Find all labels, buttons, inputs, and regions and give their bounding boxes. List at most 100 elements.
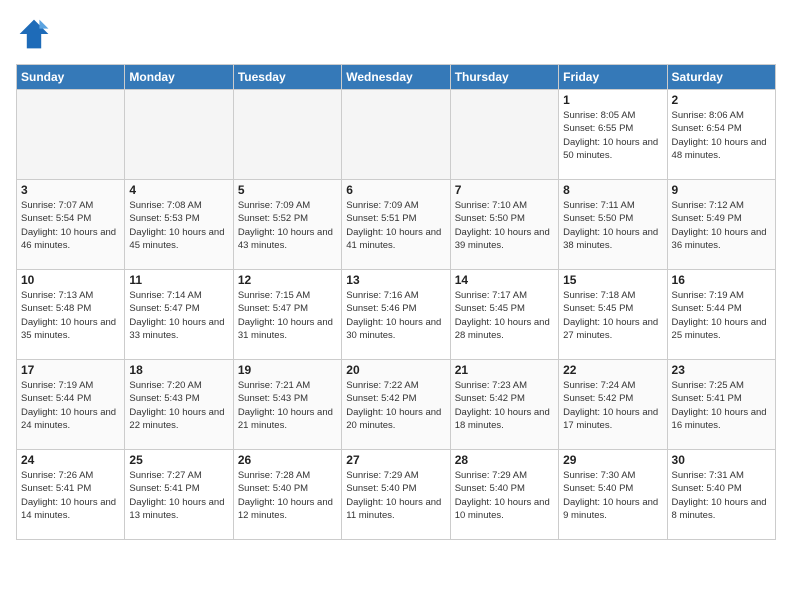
weekday-header: Wednesday (342, 65, 450, 90)
day-info: Sunrise: 7:16 AMSunset: 5:46 PMDaylight:… (346, 289, 445, 342)
calendar-cell: 3 Sunrise: 7:07 AMSunset: 5:54 PMDaylight… (17, 180, 125, 270)
calendar-cell: 8Sunrise: 7:11 AMSunset: 5:50 PMDaylight… (559, 180, 667, 270)
day-number: 13 (346, 273, 445, 287)
calendar-cell: 28 Sunrise: 7:29 AMSunset: 5:40 PMDayligh… (450, 450, 558, 540)
day-number: 29 (563, 453, 662, 467)
weekday-header: Monday (125, 65, 233, 90)
day-number: 7 (455, 183, 554, 197)
calendar-cell: 19Sunrise: 7:21 AMSunset: 5:43 PMDayligh… (233, 360, 341, 450)
day-number: 5 (238, 183, 337, 197)
calendar-cell: 11 Sunrise: 7:14 AMSunset: 5:47 PMDayligh… (125, 270, 233, 360)
day-number: 11 (129, 273, 228, 287)
calendar-week-row: 17 Sunrise: 7:19 AMSunset: 5:44 PMDayligh… (17, 360, 776, 450)
calendar-cell: 25 Sunrise: 7:27 AMSunset: 5:41 PMDayligh… (125, 450, 233, 540)
logo-icon (16, 16, 52, 52)
day-number: 3 (21, 183, 120, 197)
day-info: Sunrise: 7:25 AMSunset: 5:41 PMDaylight:… (672, 379, 771, 432)
day-number: 26 (238, 453, 337, 467)
calendar-cell: 21 Sunrise: 7:23 AMSunset: 5:42 PMDayligh… (450, 360, 558, 450)
calendar-cell: 26 Sunrise: 7:28 AMSunset: 5:40 PMDayligh… (233, 450, 341, 540)
day-info: Sunrise: 7:26 AMSunset: 5:41 PMDaylight:… (21, 469, 120, 522)
day-info: Sunrise: 7:12 AMSunset: 5:49 PMDaylight:… (672, 199, 771, 252)
day-info: Sunrise: 7:29 AMSunset: 5:40 PMDaylight:… (346, 469, 445, 522)
day-number: 17 (21, 363, 120, 377)
day-info: Sunrise: 7:24 AMSunset: 5:42 PMDaylight:… (563, 379, 662, 432)
calendar-cell (342, 90, 450, 180)
weekday-header: Saturday (667, 65, 775, 90)
page-header (16, 16, 776, 52)
calendar-cell: 1 Sunrise: 8:05 AMSunset: 6:55 PMDaylight… (559, 90, 667, 180)
day-info: Sunrise: 7:13 AMSunset: 5:48 PMDaylight:… (21, 289, 120, 342)
day-number: 23 (672, 363, 771, 377)
day-number: 1 (563, 93, 662, 107)
day-info: Sunrise: 7:30 AMSunset: 5:40 PMDaylight:… (563, 469, 662, 522)
calendar-week-row: 3 Sunrise: 7:07 AMSunset: 5:54 PMDaylight… (17, 180, 776, 270)
day-info: Sunrise: 7:29 AMSunset: 5:40 PMDaylight:… (455, 469, 554, 522)
weekday-header: Tuesday (233, 65, 341, 90)
calendar-cell: 15Sunrise: 7:18 AMSunset: 5:45 PMDayligh… (559, 270, 667, 360)
day-info: Sunrise: 7:08 AMSunset: 5:53 PMDaylight:… (129, 199, 228, 252)
day-info: Sunrise: 7:23 AMSunset: 5:42 PMDaylight:… (455, 379, 554, 432)
calendar-cell (450, 90, 558, 180)
day-info: Sunrise: 7:17 AMSunset: 5:45 PMDaylight:… (455, 289, 554, 342)
calendar-cell (125, 90, 233, 180)
day-info: Sunrise: 7:28 AMSunset: 5:40 PMDaylight:… (238, 469, 337, 522)
weekday-header: Thursday (450, 65, 558, 90)
calendar-week-row: 1 Sunrise: 8:05 AMSunset: 6:55 PMDaylight… (17, 90, 776, 180)
calendar-cell: 4 Sunrise: 7:08 AMSunset: 5:53 PMDaylight… (125, 180, 233, 270)
weekday-header: Sunday (17, 65, 125, 90)
day-number: 4 (129, 183, 228, 197)
day-info: Sunrise: 7:10 AMSunset: 5:50 PMDaylight:… (455, 199, 554, 252)
day-info: Sunrise: 8:05 AMSunset: 6:55 PMDaylight:… (563, 109, 662, 162)
day-number: 12 (238, 273, 337, 287)
calendar-cell: 5 Sunrise: 7:09 AMSunset: 5:52 PMDaylight… (233, 180, 341, 270)
day-number: 27 (346, 453, 445, 467)
day-number: 28 (455, 453, 554, 467)
calendar-cell (233, 90, 341, 180)
day-info: Sunrise: 7:09 AMSunset: 5:51 PMDaylight:… (346, 199, 445, 252)
day-info: Sunrise: 7:11 AMSunset: 5:50 PMDaylight:… (563, 199, 662, 252)
day-info: Sunrise: 7:07 AMSunset: 5:54 PMDaylight:… (21, 199, 120, 252)
day-number: 9 (672, 183, 771, 197)
calendar-week-row: 10 Sunrise: 7:13 AMSunset: 5:48 PMDayligh… (17, 270, 776, 360)
calendar-table: SundayMondayTuesdayWednesdayThursdayFrid… (16, 64, 776, 540)
day-info: Sunrise: 7:15 AMSunset: 5:47 PMDaylight:… (238, 289, 337, 342)
day-info: Sunrise: 7:14 AMSunset: 5:47 PMDaylight:… (129, 289, 228, 342)
day-number: 21 (455, 363, 554, 377)
calendar-cell: 2 Sunrise: 8:06 AMSunset: 6:54 PMDaylight… (667, 90, 775, 180)
day-number: 20 (346, 363, 445, 377)
calendar-cell: 22 Sunrise: 7:24 AMSunset: 5:42 PMDayligh… (559, 360, 667, 450)
calendar-cell: 10 Sunrise: 7:13 AMSunset: 5:48 PMDayligh… (17, 270, 125, 360)
day-number: 22 (563, 363, 662, 377)
day-info: Sunrise: 7:21 AMSunset: 5:43 PMDaylight:… (238, 379, 337, 432)
day-info: Sunrise: 7:09 AMSunset: 5:52 PMDaylight:… (238, 199, 337, 252)
day-info: Sunrise: 7:22 AMSunset: 5:42 PMDaylight:… (346, 379, 445, 432)
day-info: Sunrise: 8:06 AMSunset: 6:54 PMDaylight:… (672, 109, 771, 162)
calendar-cell: 18Sunrise: 7:20 AMSunset: 5:43 PMDayligh… (125, 360, 233, 450)
calendar-cell: 27 Sunrise: 7:29 AMSunset: 5:40 PMDayligh… (342, 450, 450, 540)
calendar-cell: 6 Sunrise: 7:09 AMSunset: 5:51 PMDaylight… (342, 180, 450, 270)
day-info: Sunrise: 7:20 AMSunset: 5:43 PMDaylight:… (129, 379, 228, 432)
day-number: 10 (21, 273, 120, 287)
calendar-cell: 13 Sunrise: 7:16 AMSunset: 5:46 PMDayligh… (342, 270, 450, 360)
day-number: 30 (672, 453, 771, 467)
day-number: 24 (21, 453, 120, 467)
calendar-cell (17, 90, 125, 180)
calendar-header: SundayMondayTuesdayWednesdayThursdayFrid… (17, 65, 776, 90)
day-number: 16 (672, 273, 771, 287)
day-number: 2 (672, 93, 771, 107)
calendar-cell: 24 Sunrise: 7:26 AMSunset: 5:41 PMDayligh… (17, 450, 125, 540)
day-number: 6 (346, 183, 445, 197)
day-info: Sunrise: 7:18 AMSunset: 5:45 PMDaylight:… (563, 289, 662, 342)
calendar-cell: 16 Sunrise: 7:19 AMSunset: 5:44 PMDayligh… (667, 270, 775, 360)
calendar-cell: 23 Sunrise: 7:25 AMSunset: 5:41 PMDayligh… (667, 360, 775, 450)
calendar-cell: 20 Sunrise: 7:22 AMSunset: 5:42 PMDayligh… (342, 360, 450, 450)
day-info: Sunrise: 7:27 AMSunset: 5:41 PMDaylight:… (129, 469, 228, 522)
calendar-cell: 14 Sunrise: 7:17 AMSunset: 5:45 PMDayligh… (450, 270, 558, 360)
calendar-week-row: 24 Sunrise: 7:26 AMSunset: 5:41 PMDayligh… (17, 450, 776, 540)
day-info: Sunrise: 7:19 AMSunset: 5:44 PMDaylight:… (21, 379, 120, 432)
calendar-cell: 12 Sunrise: 7:15 AMSunset: 5:47 PMDayligh… (233, 270, 341, 360)
day-number: 25 (129, 453, 228, 467)
day-info: Sunrise: 7:19 AMSunset: 5:44 PMDaylight:… (672, 289, 771, 342)
day-number: 14 (455, 273, 554, 287)
